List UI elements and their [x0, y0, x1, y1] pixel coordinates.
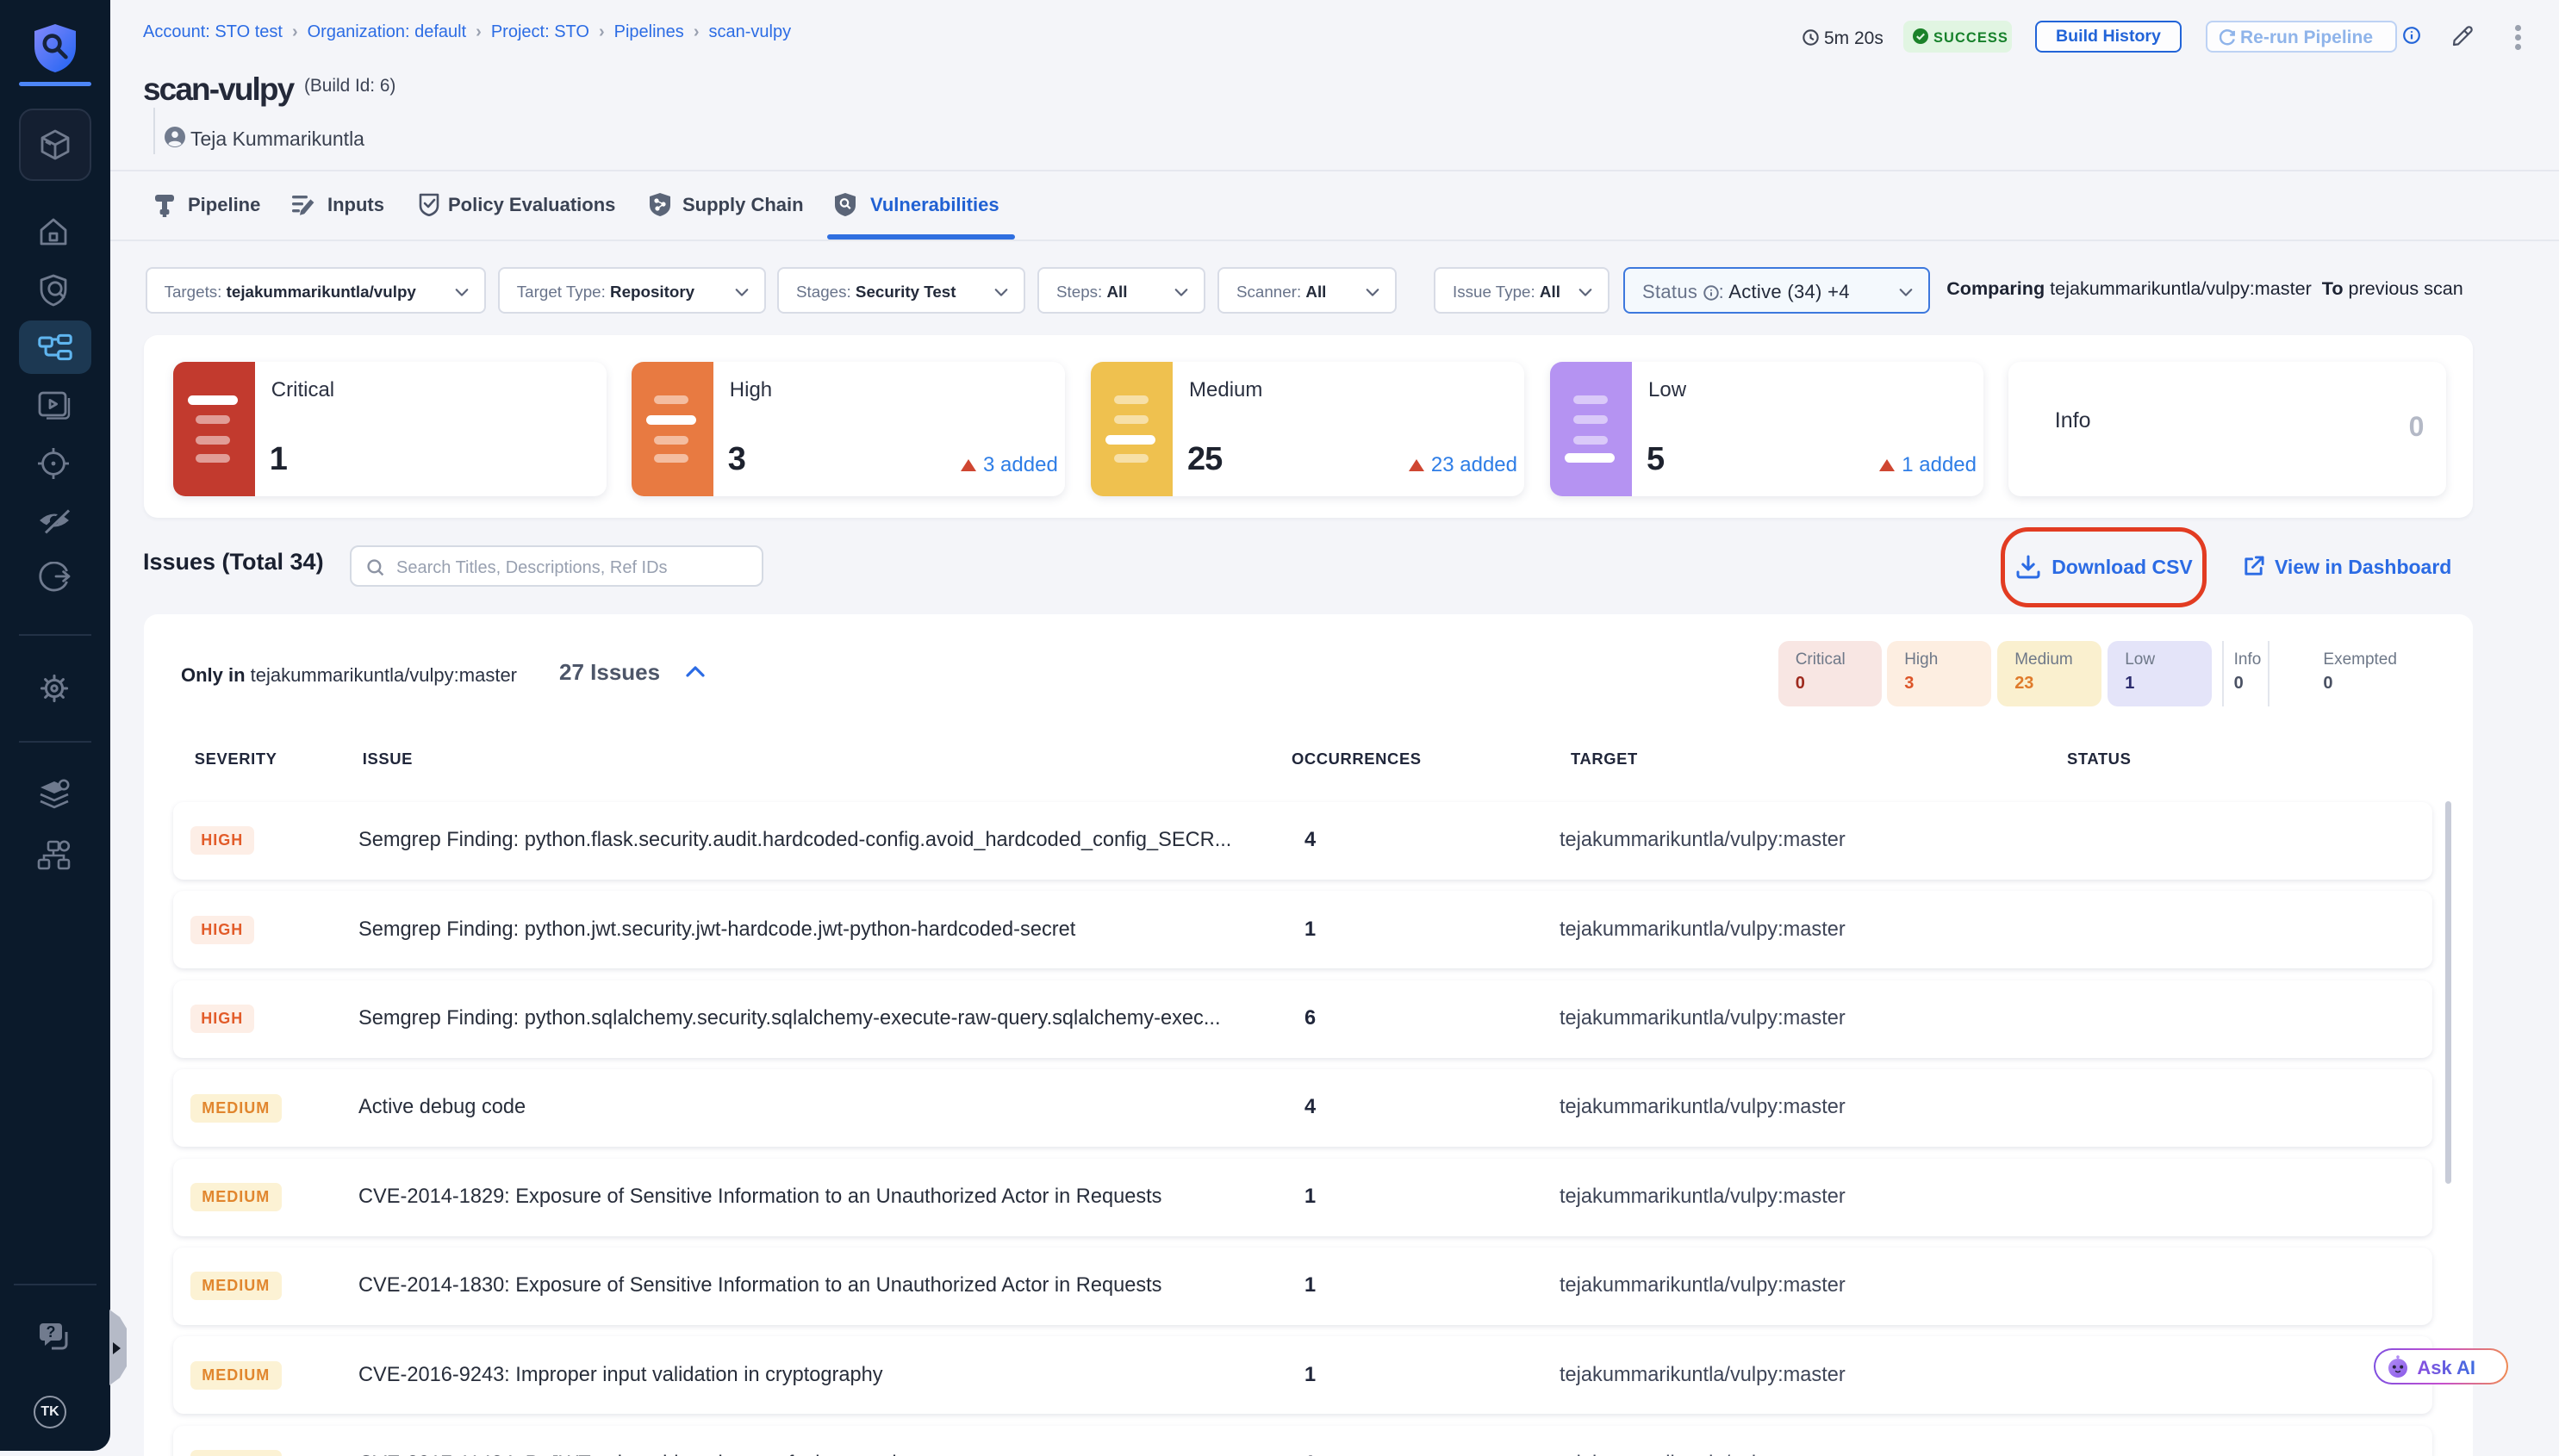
svg-text:?: ? — [47, 1323, 56, 1341]
